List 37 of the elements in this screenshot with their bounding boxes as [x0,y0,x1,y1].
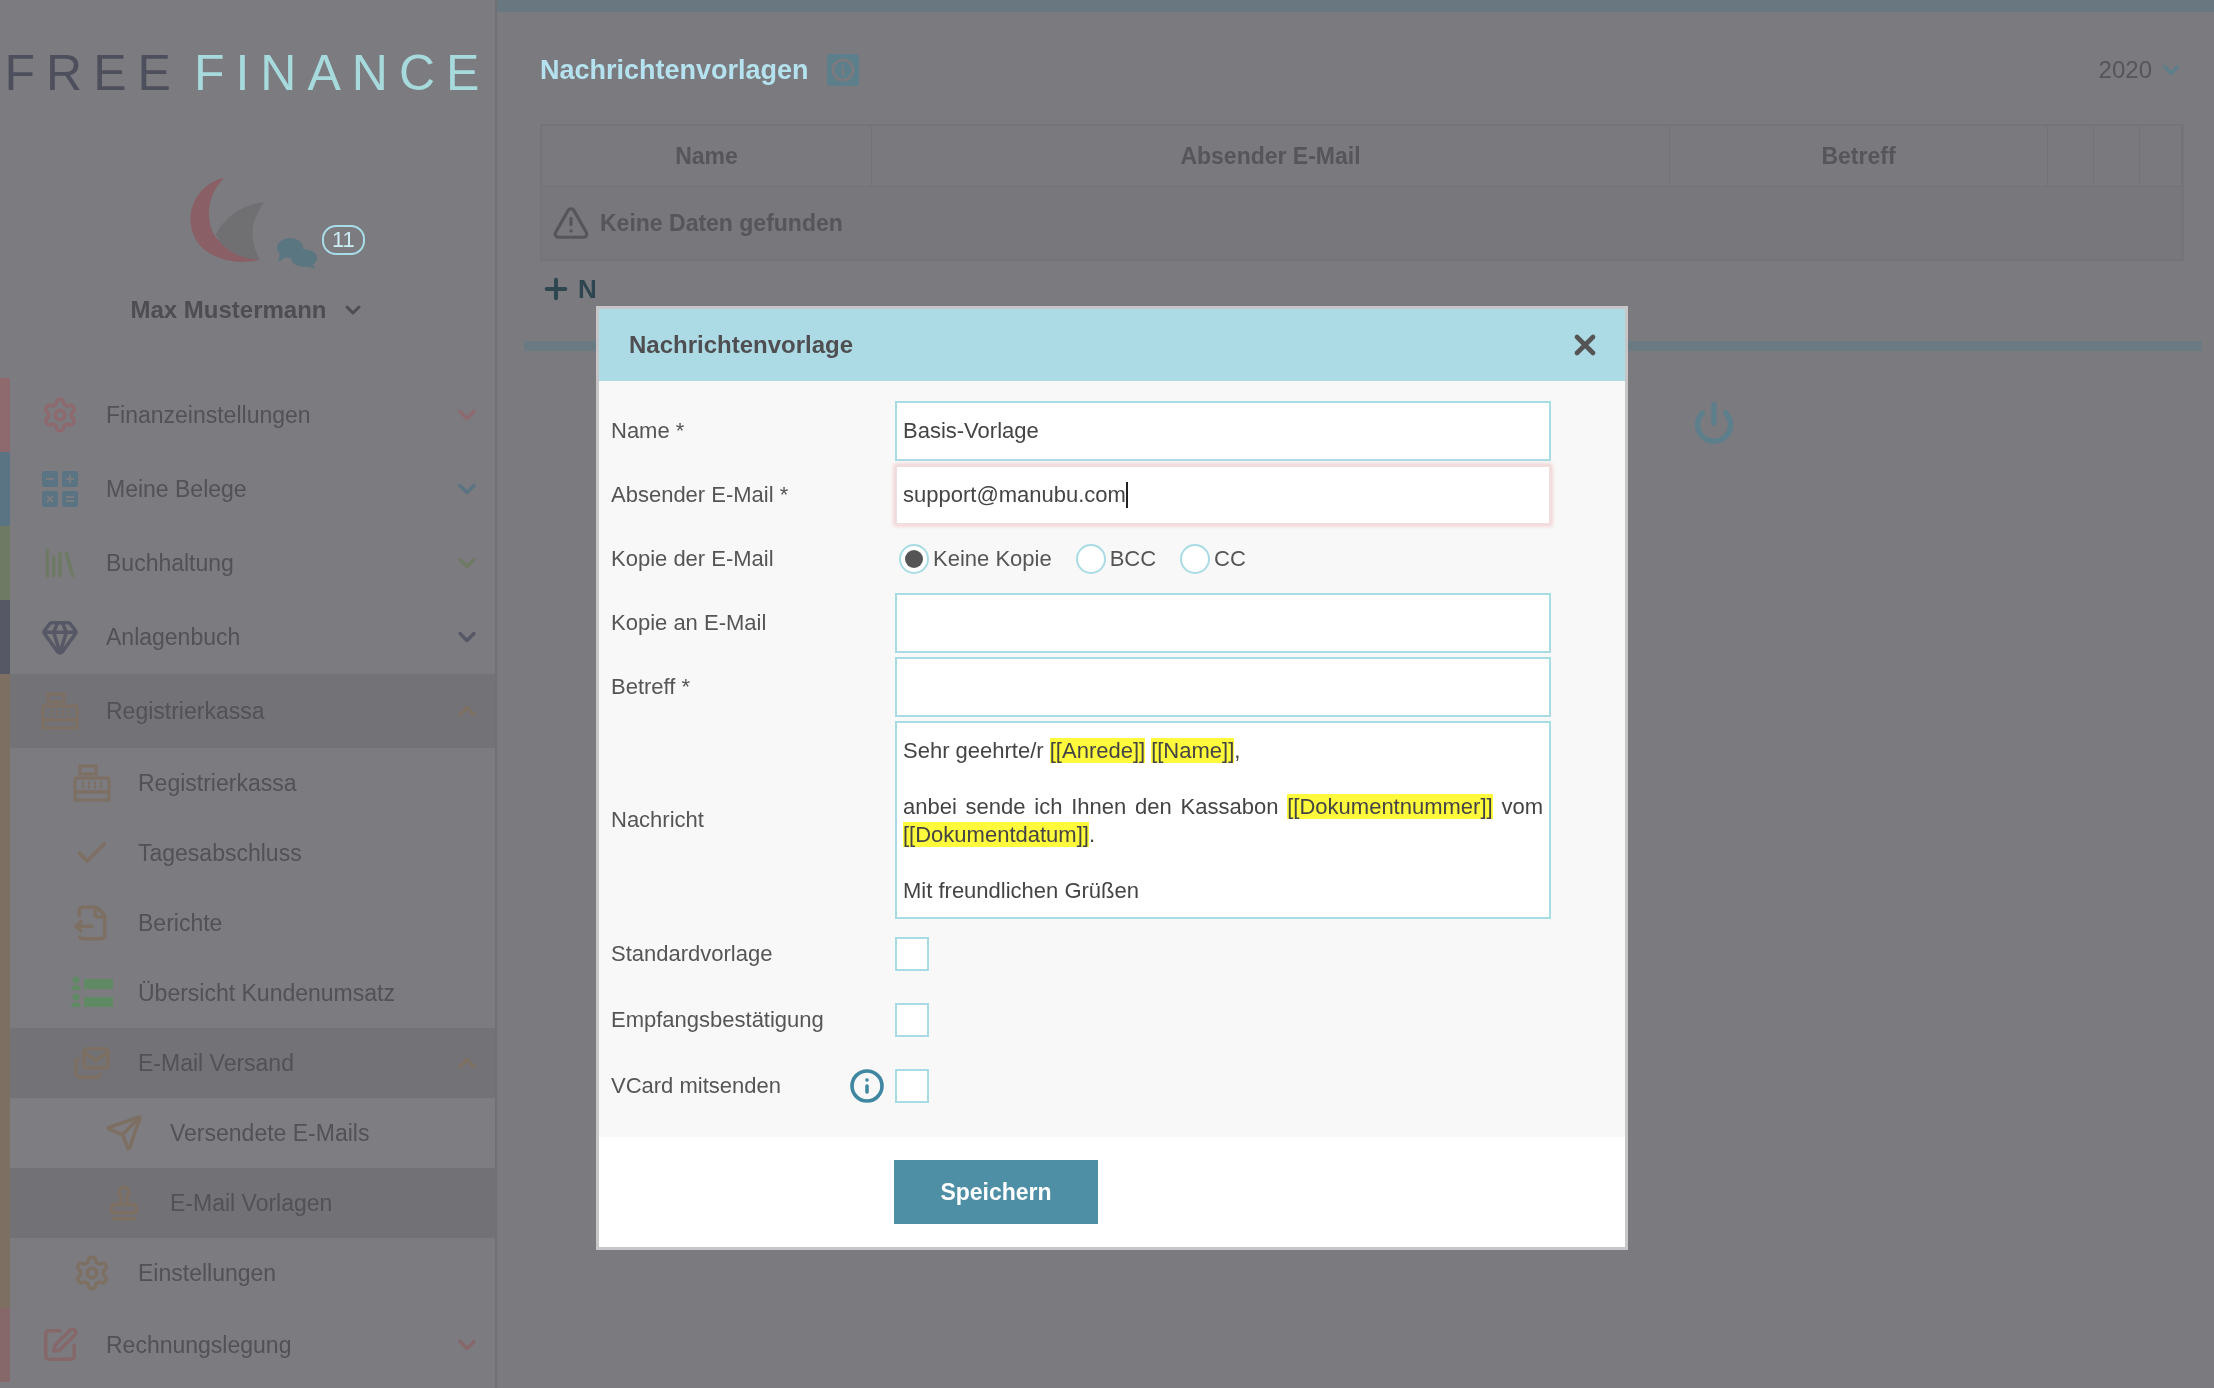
field-label: Absender E-Mail * [611,482,790,508]
field-label: VCard mitsenden [611,1073,782,1099]
message-textarea[interactable]: Sehr geehrte/r [[Anrede]] [[Name]], anbei sende ich Ihnen den Kassabon [[Dokumentnummer]] vom [[Dokumentdatum]]. Mit freundlichen Grüßen [895,721,1551,919]
info-icon[interactable] [849,1068,885,1104]
checkbox[interactable] [895,1069,929,1103]
field-label: Nachricht [611,807,705,833]
field-label: Standardvorlage [611,941,774,967]
checkbox[interactable] [895,937,929,971]
radio-option[interactable]: CC [1180,544,1246,574]
save-button[interactable]: Speichern [894,1160,1098,1224]
input-field[interactable] [895,657,1551,717]
calculator-grid-icon [41,470,79,508]
radio-button[interactable] [1180,544,1211,574]
dialog-title: Nachrichtenvorlage [629,331,855,359]
settings-icon [73,1254,111,1292]
input-field[interactable]: support@manubu.com [895,465,1551,525]
logo-text: FINANCE [193,44,491,103]
radio-option[interactable]: BCC [1075,544,1157,574]
input-field[interactable]: Basis-Vorlage [895,401,1551,461]
field-label: Name * [611,418,686,444]
page-title: Nachrichtenvorlagen [540,54,809,86]
warning-icon [552,204,590,242]
checkbox[interactable] [895,1003,929,1037]
field-label: Betreff * [611,674,692,700]
cash-register-icon [72,764,112,802]
input-field[interactable] [895,593,1551,653]
power-icon[interactable] [1692,401,1736,445]
field-label: Kopie der E-Mail [611,546,775,572]
field-label: Empfangsbestätigung [611,1007,825,1033]
field-label: Kopie an E-Mail [611,610,768,636]
radio-button[interactable] [1075,544,1106,574]
radio-option[interactable]: Keine Kopie [899,544,1052,574]
radio-button[interactable] [899,544,929,574]
message-count-badge[interactable]: 11 [322,225,365,255]
add-button[interactable]: N [540,273,597,305]
paper-plane-icon [105,1114,143,1152]
diamond-icon [41,618,79,656]
